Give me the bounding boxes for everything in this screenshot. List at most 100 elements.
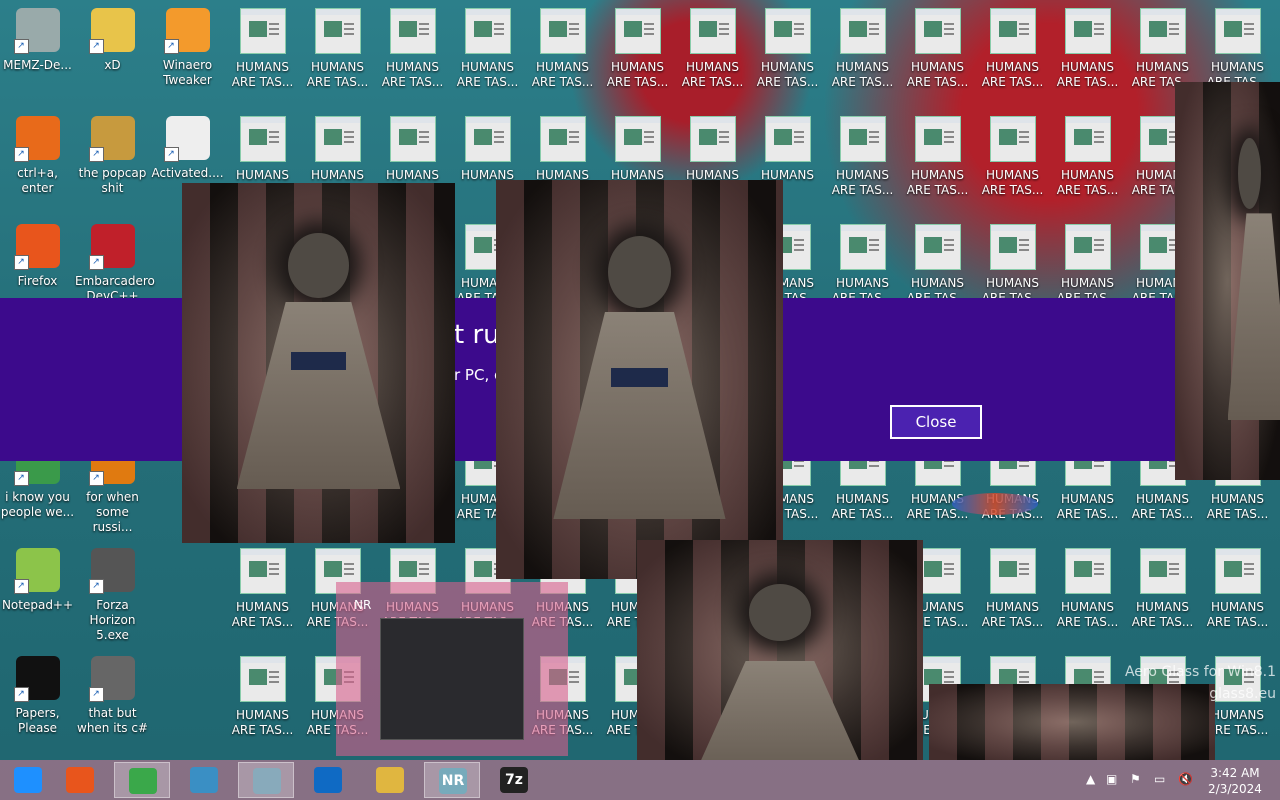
icon-label: HUMANS ARE TAS... (231, 600, 294, 629)
icon-firefox-desk[interactable]: ↗ Firefox (0, 224, 75, 289)
icon-csharp[interactable]: ↗ that but when its c# (75, 656, 150, 736)
firefox-task[interactable] (52, 762, 108, 798)
taskmgr-task[interactable] (238, 762, 294, 798)
humans-file-icon[interactable]: HUMANS ARE TAS... (1050, 8, 1125, 90)
document-icon (989, 116, 1036, 162)
humans-file-icon[interactable]: HUMANS ARE TAS... (975, 116, 1050, 198)
humans-file-icon[interactable]: HUMANS ARE TAS... (375, 8, 450, 90)
humans-file-icon[interactable]: HUMANS (225, 116, 300, 183)
shortcut-arrow-icon: ↗ (88, 471, 104, 486)
humans-file-icon[interactable]: HUMANS (600, 116, 675, 183)
network-icon[interactable]: ▣ (1106, 772, 1117, 786)
icon-label: HUMANS ARE TAS... (1206, 600, 1269, 629)
humans-file-icon[interactable]: HUMANS ARE TAS... (1200, 548, 1275, 630)
humans-file-icon[interactable]: HUMANS ARE TAS... (1050, 224, 1125, 306)
fish-overlay (952, 493, 1038, 515)
flag-icon[interactable]: ⚑ (1130, 772, 1141, 786)
recycle-bin-icon: ↗ (13, 8, 60, 54)
icon-activated[interactable]: ↗ Activated.... (150, 116, 225, 181)
icon-winaero[interactable]: ↗ Winaero Tweaker (150, 8, 225, 88)
document-icon (464, 8, 511, 54)
humans-file-icon[interactable]: HUMANS (675, 116, 750, 183)
humans-file-icon[interactable]: HUMANS (375, 116, 450, 183)
nr-icon: NR (439, 768, 467, 794)
humans-file-icon[interactable]: HUMANS ARE TAS... (825, 116, 900, 198)
humans-file-icon[interactable]: HUMANS ARE TAS... (975, 224, 1050, 306)
document-icon (1064, 224, 1111, 270)
humans-file-icon[interactable]: HUMANS (750, 116, 825, 183)
humans-file-icon[interactable]: HUMANS ARE TAS... (900, 116, 975, 198)
volume-muted-icon[interactable]: 🔇 (1178, 772, 1193, 786)
icon-forza[interactable]: ↗ Forza Horizon 5.exe (75, 548, 150, 643)
humans-file-icon[interactable]: HUMANS ARE TAS... (675, 8, 750, 90)
icon-label: i know you people we... (0, 490, 75, 519)
document-icon (839, 224, 886, 270)
icon-notepadpp[interactable]: ↗ Notepad++ (0, 548, 75, 613)
document-icon (539, 8, 586, 54)
file-explorer-icon (376, 767, 404, 793)
icon-label: Papers, Please (15, 706, 60, 735)
humans-file-icon[interactable]: HUMANS ARE TAS... (225, 656, 300, 738)
icon-memz[interactable]: ↗ MEMZ-De... (0, 8, 75, 73)
outlook-task[interactable] (300, 762, 356, 798)
humans-file-icon[interactable]: HUMANS ARE TAS... (1050, 116, 1125, 198)
close-button[interactable]: Close (890, 405, 982, 439)
icon-label: for when some russi... (86, 490, 139, 534)
humans-file-icon[interactable]: HUMANS (525, 116, 600, 183)
icon-ctrl-a[interactable]: ↗ ctrl+a, enter (0, 116, 75, 196)
monitor-icon[interactable]: ▭ (1154, 772, 1165, 786)
taskbar-clock[interactable]: 3:42 AM 2/3/2024 (1206, 765, 1264, 797)
humans-file-icon[interactable]: HUMANS ARE TAS... (225, 548, 300, 630)
document-icon (239, 656, 286, 702)
humans-file-icon[interactable]: HUMANS ARE TAS... (825, 8, 900, 90)
icon-label: HUMANS (311, 168, 364, 182)
document-icon (539, 116, 586, 162)
icon-papers[interactable]: ↗ Papers, Please (0, 656, 75, 736)
humans-file-icon[interactable]: HUMANS ARE TAS... (1200, 8, 1275, 90)
humans-file-icon[interactable]: HUMANS ARE TAS... (900, 224, 975, 306)
doll-image-1[interactable] (182, 183, 455, 543)
humans-file-icon[interactable]: HUMANS ARE TAS... (1125, 8, 1200, 90)
edge-icon (190, 767, 218, 793)
devcpp-icon: ↗ (88, 224, 135, 270)
start-button[interactable] (0, 762, 56, 798)
nr-task[interactable]: NR (424, 762, 480, 798)
show-hidden-icons[interactable]: ▲ (1086, 772, 1095, 786)
blank-file-icon: ↗ (163, 116, 210, 162)
transparent-window[interactable]: NR (336, 582, 568, 756)
chrome-task[interactable] (114, 762, 170, 798)
icon-label: HUMANS ARE TAS... (306, 60, 369, 89)
humans-file-icon[interactable]: HUMANS ARE TAS... (750, 8, 825, 90)
humans-file-icon[interactable]: HUMANS ARE TAS... (1125, 548, 1200, 630)
humans-file-icon[interactable]: HUMANS ARE TAS... (825, 224, 900, 306)
humans-file-icon[interactable]: HUMANS ARE TAS... (600, 8, 675, 90)
humans-file-icon[interactable]: HUMANS ARE TAS... (300, 8, 375, 90)
icon-popcap[interactable]: ↗ the popcap shit (75, 116, 150, 196)
document-icon (1214, 8, 1261, 54)
humans-file-icon[interactable]: HUMANS ARE TAS... (225, 8, 300, 90)
7zip-task[interactable]: 7z (486, 762, 542, 798)
humans-file-icon[interactable]: HUMANS ARE TAS... (450, 8, 525, 90)
doll-image-5[interactable] (929, 684, 1215, 760)
document-icon (239, 8, 286, 54)
edge-task[interactable] (176, 762, 232, 798)
icon-embarcadero[interactable]: ↗ Embarcadero DevC++ (75, 224, 155, 304)
humans-file-icon[interactable]: HUMANS ARE TAS... (525, 8, 600, 90)
humans-file-icon[interactable]: HUMANS ARE TAS... (1050, 548, 1125, 630)
icon-xd[interactable]: ↗ xD (75, 8, 150, 73)
document-icon (1139, 548, 1186, 594)
humans-file-icon[interactable]: HUMANS (450, 116, 525, 183)
humans-file-icon[interactable]: HUMANS (300, 116, 375, 183)
doll-image-2[interactable] (496, 180, 783, 579)
icon-label: HUMANS ARE TAS... (981, 168, 1044, 197)
doll-image-4[interactable] (637, 540, 923, 760)
humans-file-icon[interactable]: HUMANS ARE TAS... (900, 8, 975, 90)
icon-label: Firefox (17, 274, 58, 288)
icon-label: HUMANS (236, 168, 289, 182)
explorer-task[interactable] (362, 762, 418, 798)
humans-file-icon[interactable]: HUMANS ARE TAS... (975, 8, 1050, 90)
document-icon (1064, 116, 1111, 162)
icon-label: the popcap shit (78, 166, 147, 195)
doll-image-3[interactable] (1175, 82, 1280, 480)
humans-file-icon[interactable]: HUMANS ARE TAS... (975, 548, 1050, 630)
